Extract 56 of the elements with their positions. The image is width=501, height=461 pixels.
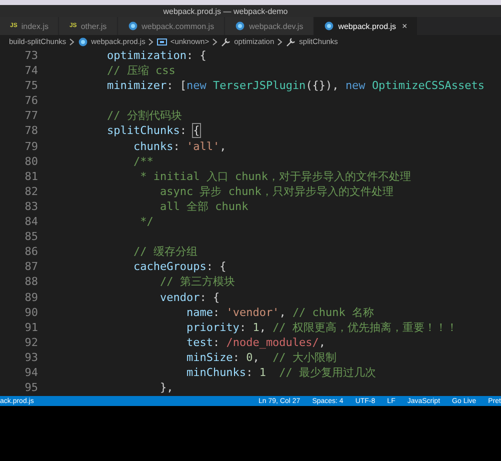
code-line: optimization: { bbox=[106, 48, 206, 64]
line-number: 76 bbox=[24, 93, 38, 108]
code-line: minSize: 0, // 大小限制 bbox=[185, 350, 336, 365]
code-line: minChunks: 1 // 最少复用过几次 bbox=[185, 364, 376, 380]
code-line: /** bbox=[132, 154, 154, 169]
code-line: splitChunks: { bbox=[106, 123, 200, 139]
code-line: async 异步 chunk，只对异步导入的文件处理 bbox=[158, 184, 394, 199]
code-line: // 分割代码块 bbox=[106, 108, 182, 124]
editor-tab[interactable]: webpack.prod.js × bbox=[314, 17, 418, 35]
line-number: 95 bbox=[24, 380, 38, 396]
wrench-icon bbox=[221, 36, 232, 46]
code-line: chunks: 'all', bbox=[132, 138, 226, 154]
editor-tab[interactable]: webpack.common.js bbox=[118, 17, 226, 35]
line-number: 91 bbox=[24, 320, 38, 335]
code-line: all 全部 chunk bbox=[158, 198, 248, 214]
close-icon[interactable]: × bbox=[402, 21, 408, 31]
line-number: 92 bbox=[24, 334, 38, 350]
line-number: 75 bbox=[24, 78, 38, 94]
line-number: 74 bbox=[24, 63, 38, 78]
line-number: 89 bbox=[24, 290, 38, 305]
chevron-icon bbox=[277, 38, 284, 46]
line-number: 77 bbox=[24, 108, 38, 124]
code-line: vendor: { bbox=[158, 290, 220, 305]
code-line: // 缓存分组 bbox=[132, 244, 198, 260]
line-number: 82 bbox=[24, 184, 38, 199]
code-line: */ bbox=[139, 214, 154, 230]
code-line: name: 'vendor', // chunk 名称 bbox=[185, 304, 374, 320]
line-number: 87 bbox=[24, 259, 38, 274]
chevron-icon bbox=[212, 38, 218, 46]
code-line: // 压缩 css bbox=[106, 63, 176, 78]
code-line: test: /node_modules/, bbox=[185, 334, 326, 350]
wrench-icon bbox=[286, 36, 296, 46]
editor-tab[interactable]: webpack.dev.js bbox=[225, 17, 314, 35]
line-number: 73 bbox=[24, 48, 38, 64]
chevron-icon bbox=[69, 38, 76, 46]
line-number: 79 bbox=[24, 138, 38, 154]
code-line: }, bbox=[158, 380, 174, 396]
line-number: 83 bbox=[24, 198, 38, 214]
line-number: 93 bbox=[24, 350, 38, 365]
chevron-icon bbox=[148, 38, 154, 46]
line-number: 94 bbox=[24, 364, 38, 380]
variable-icon bbox=[157, 36, 168, 46]
line-number: 80 bbox=[24, 154, 38, 169]
code-line: // 第三方模块 bbox=[158, 274, 235, 290]
line-number: 78 bbox=[24, 123, 38, 139]
code-line: priority: 1, // 权限更高，优先抽离，重要！！！ bbox=[185, 320, 458, 335]
line-number: 84 bbox=[24, 214, 38, 230]
line-number: 81 bbox=[24, 168, 38, 184]
line-number: 88 bbox=[24, 274, 38, 290]
code-line: minimizer: [new TerserJSPlugin({}), new OptimizeCSSAssets bbox=[106, 78, 485, 94]
window-title: webpack.prod.js — webpack-demo bbox=[163, 6, 288, 16]
code-line: cacheGroups: { bbox=[132, 259, 226, 274]
code-line: * initial 入口 chunk，对于异步导入的文件不处理 bbox=[139, 168, 412, 184]
line-number: 85 bbox=[24, 229, 38, 244]
line-number: 90 bbox=[24, 304, 38, 320]
line-number: 86 bbox=[24, 244, 38, 260]
